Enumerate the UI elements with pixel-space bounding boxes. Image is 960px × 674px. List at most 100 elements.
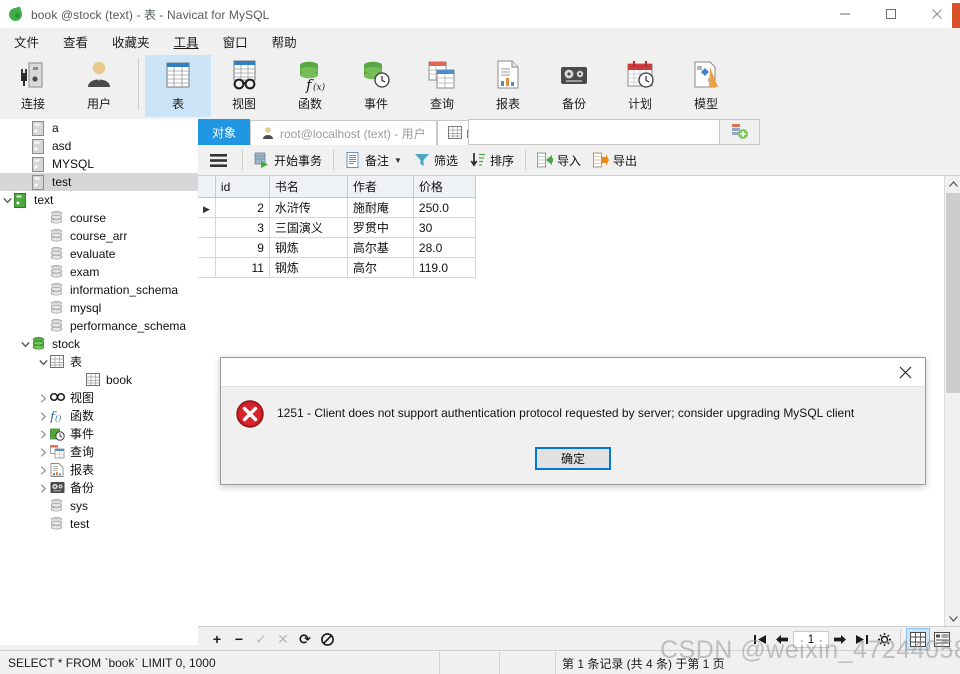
menu-favorites[interactable]: 收藏夹 <box>102 29 160 54</box>
sidebar-item-exam[interactable]: exam <box>0 263 198 281</box>
note-button[interactable]: 备注 ▼ <box>339 148 408 172</box>
vertical-scrollbar[interactable] <box>944 176 960 626</box>
last-page-icon[interactable] <box>851 628 873 650</box>
scroll-down-icon[interactable] <box>945 610 960 626</box>
toolbar-model[interactable]: 模型 <box>673 55 739 117</box>
first-page-icon[interactable] <box>749 628 771 650</box>
scrollbar-thumb[interactable] <box>946 193 960 393</box>
cell-id[interactable]: 2 <box>215 197 270 218</box>
row-marker[interactable] <box>198 237 216 258</box>
sidebar-item-stock[interactable]: stock <box>0 335 198 353</box>
sidebar-item--[interactable]: 备份 <box>0 479 198 497</box>
tab-objects[interactable]: 对象 <box>198 119 251 145</box>
cell-id[interactable]: 9 <box>215 237 270 258</box>
chevron-right-icon[interactable] <box>36 425 50 443</box>
menu-help[interactable]: 帮助 <box>262 29 307 54</box>
sidebar-item-performance_schema[interactable]: performance_schema <box>0 317 198 335</box>
row-marker[interactable] <box>198 257 216 278</box>
cell-price[interactable]: 119.0 <box>413 257 476 278</box>
cell-title[interactable]: 钢炼 <box>269 237 348 258</box>
sidebar-item-course_arr[interactable]: course_arr <box>0 227 198 245</box>
column-header-id[interactable]: id <box>215 176 270 198</box>
cell-title[interactable]: 钢炼 <box>269 257 348 278</box>
toolbar-backup[interactable]: 备份 <box>541 55 607 117</box>
chevron-right-icon[interactable] <box>36 407 50 425</box>
toolbar-connection[interactable]: 连接 <box>0 55 66 117</box>
chevron-down-icon[interactable] <box>18 335 32 353</box>
stop-icon[interactable] <box>316 628 338 650</box>
table-row[interactable]: 9 钢炼 高尔基 28.0 <box>198 237 476 258</box>
cell-author[interactable]: 罗贯中 <box>347 217 414 238</box>
chevron-down-icon[interactable]: ▼ <box>394 156 402 165</box>
ok-button[interactable]: 确定 <box>535 447 611 470</box>
row-marker[interactable] <box>198 217 216 238</box>
toolbar-function[interactable]: f (x) 函数 <box>277 55 343 117</box>
delete-record-icon[interactable]: − <box>228 628 250 650</box>
sidebar-item--[interactable]: 表 <box>0 353 198 371</box>
toolbar-table[interactable]: 表 <box>145 55 211 117</box>
toolbar-schedule[interactable]: 计划 <box>607 55 673 117</box>
chevron-down-icon[interactable] <box>36 353 50 371</box>
grid-view-icon[interactable] <box>906 628 930 650</box>
add-record-icon[interactable]: + <box>206 628 228 650</box>
column-header-price[interactable]: 价格 <box>413 176 476 198</box>
new-tab-icon[interactable] <box>720 119 760 145</box>
export-button[interactable]: 导出 <box>587 148 643 172</box>
scroll-up-icon[interactable] <box>945 176 960 192</box>
sidebar-item-information_schema[interactable]: information_schema <box>0 281 198 299</box>
sidebar-item-mysql[interactable]: mysql <box>0 299 198 317</box>
import-button[interactable]: 导入 <box>531 148 587 172</box>
hamburger-icon[interactable] <box>198 148 237 172</box>
chevron-right-icon[interactable] <box>36 479 50 497</box>
cell-price[interactable]: 30 <box>413 217 476 238</box>
sidebar-item--[interactable]: 视图 <box>0 389 198 407</box>
gear-icon[interactable] <box>873 628 895 650</box>
sidebar-item--[interactable]: f() 函数 <box>0 407 198 425</box>
toolbar-event[interactable]: 事件 <box>343 55 409 117</box>
cell-title[interactable]: 三国演义 <box>269 217 348 238</box>
menu-tools[interactable]: 工具 <box>164 29 209 54</box>
filter-button[interactable]: 筛选 <box>408 148 464 172</box>
sidebar-item-asd[interactable]: asd <box>0 137 198 155</box>
sidebar-item-a[interactable]: a <box>0 119 198 137</box>
toolbar-report[interactable]: 报表 <box>475 55 541 117</box>
cell-id[interactable]: 11 <box>215 257 270 278</box>
menu-file[interactable]: 文件 <box>4 29 49 54</box>
sidebar-item-course[interactable]: course <box>0 209 198 227</box>
form-view-icon[interactable] <box>930 628 954 650</box>
cell-author[interactable]: 高尔 <box>347 257 414 278</box>
toolbar-view[interactable]: 视图 <box>211 55 277 117</box>
sidebar-item--[interactable]: 查询 <box>0 443 198 461</box>
table-row[interactable]: 11 钢炼 高尔 119.0 <box>198 257 476 278</box>
next-page-icon[interactable] <box>829 628 851 650</box>
menu-window[interactable]: 窗口 <box>213 29 258 54</box>
cell-title[interactable]: 水浒传 <box>269 197 348 218</box>
toolbar-query[interactable]: 查询 <box>409 55 475 117</box>
cell-price[interactable]: 250.0 <box>413 197 476 218</box>
minimize-icon[interactable] <box>822 0 868 28</box>
sidebar-item-text[interactable]: text <box>0 191 198 209</box>
chevron-right-icon[interactable] <box>36 461 50 479</box>
tab-user-editor[interactable]: root@localhost (text) - 用户 <box>250 120 437 145</box>
sidebar-item-test[interactable]: test <box>0 173 198 191</box>
chevron-right-icon[interactable] <box>36 443 50 461</box>
refresh-icon[interactable]: ⟳ <box>294 628 316 650</box>
sidebar-item-book[interactable]: book <box>0 371 198 389</box>
prev-page-icon[interactable] <box>771 628 793 650</box>
database-tree-sidebar[interactable]: a asd MYSQL test text course course_arr evaluat… <box>0 119 199 645</box>
close-icon[interactable] <box>885 359 925 385</box>
table-row[interactable]: 3 三国演义 罗贯中 30 <box>198 217 476 238</box>
column-header-title[interactable]: 书名 <box>269 176 348 198</box>
sidebar-item-mysql[interactable]: MYSQL <box>0 155 198 173</box>
sidebar-item-sys[interactable]: sys <box>0 497 198 515</box>
sidebar-item--[interactable]: 报表 <box>0 461 198 479</box>
row-marker[interactable]: ▶ <box>198 197 216 218</box>
sidebar-item--[interactable]: 事件 <box>0 425 198 443</box>
sidebar-item-evaluate[interactable]: evaluate <box>0 245 198 263</box>
cell-id[interactable]: 3 <box>215 217 270 238</box>
maximize-icon[interactable] <box>868 0 914 28</box>
cell-price[interactable]: 28.0 <box>413 237 476 258</box>
toolbar-user[interactable]: 用户 <box>66 55 132 117</box>
sort-button[interactable]: 排序 <box>464 148 520 172</box>
begin-transaction-button[interactable]: 开始事务 <box>248 148 328 172</box>
